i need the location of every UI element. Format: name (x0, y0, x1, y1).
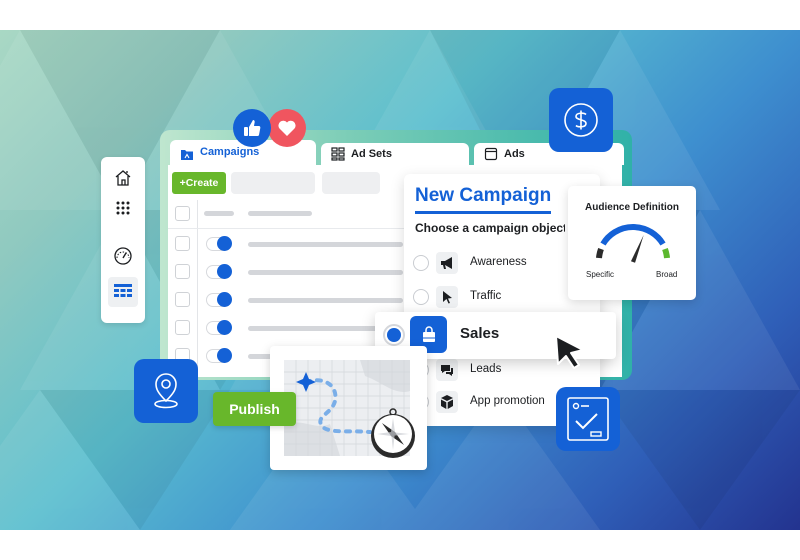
heart-icon (278, 120, 296, 136)
objective-icon-tile (436, 252, 458, 274)
checklist-icon (567, 397, 609, 441)
apps-grid-icon (116, 201, 130, 215)
header-placeholder (204, 211, 234, 216)
gauge-needle (630, 235, 644, 263)
gauge-label-specific: Specific (586, 270, 615, 279)
row-text-placeholder (248, 326, 378, 331)
cursor-icon (443, 291, 452, 304)
row-checkbox[interactable] (175, 264, 190, 279)
objective-option-traffic[interactable]: Traffic (470, 290, 501, 302)
tab-label: Ad Sets (351, 147, 392, 160)
objective-option-leads[interactable]: Leads (470, 363, 501, 375)
home-icon (115, 170, 131, 186)
gauge-label-broad: Broad (656, 270, 678, 279)
dollar-icon (564, 103, 598, 137)
location-tile (134, 359, 198, 423)
table-icon (114, 284, 132, 297)
shopping-bag-icon (422, 325, 435, 342)
row-status-toggle[interactable] (206, 236, 232, 251)
like-reaction (233, 109, 271, 147)
sidebar-item-apps[interactable] (108, 193, 138, 223)
toolbar-placeholder (231, 172, 315, 194)
mouse-cursor-icon (555, 335, 584, 369)
row-checkbox[interactable] (175, 320, 190, 335)
select-all-checkbox[interactable] (175, 206, 190, 221)
row-text-placeholder (248, 298, 403, 303)
objective-option-app-promotion[interactable]: App promotion (470, 395, 545, 407)
audience-title: Audience Definition (585, 202, 679, 213)
grid-icon (331, 147, 345, 161)
column-divider (197, 200, 198, 370)
tab-ad-sets[interactable]: Ad Sets (321, 143, 469, 165)
gauge-segment-specific (596, 247, 604, 259)
publish-button[interactable]: Publish (213, 392, 296, 426)
thumbs-up-icon (244, 120, 261, 136)
row-status-toggle[interactable] (206, 292, 232, 307)
sidebar-item-table[interactable] (108, 277, 138, 307)
row-status-toggle[interactable] (206, 320, 232, 335)
gauge-segment-broad (662, 247, 670, 259)
sidebar-item-home[interactable] (108, 163, 138, 193)
dollar-tile (549, 88, 613, 152)
sidebar (101, 157, 145, 323)
dashboard-gauge-icon (114, 247, 132, 265)
row-checkbox[interactable] (175, 292, 190, 307)
objective-radio[interactable] (413, 255, 429, 271)
row-status-toggle[interactable] (206, 264, 232, 279)
objective-icon-tile (436, 359, 458, 381)
checklist-tile (556, 387, 620, 451)
sales-radio-selected[interactable] (383, 324, 405, 346)
megaphone-icon (441, 257, 452, 269)
objective-label: Sales (460, 325, 500, 342)
objective-icon-tile (436, 286, 458, 308)
row-text-placeholder (248, 270, 403, 275)
new-campaign-subtitle: Choose a campaign objective (415, 221, 565, 235)
folder-icon (181, 150, 193, 160)
gauge-segment-middle (600, 224, 666, 246)
header-divider (168, 228, 408, 229)
create-button[interactable]: +Create (172, 172, 226, 194)
objective-option-awareness[interactable]: Awareness (470, 256, 527, 268)
sidebar-item-dashboard[interactable] (108, 241, 138, 271)
objective-radio[interactable] (413, 289, 429, 305)
location-pin-icon (154, 373, 178, 409)
title-underline (415, 211, 551, 214)
window-icon (484, 147, 498, 161)
tab-label: Campaigns (200, 146, 260, 158)
chat-bubbles-icon (441, 365, 453, 376)
row-checkbox[interactable] (175, 236, 190, 251)
row-status-toggle[interactable] (206, 348, 232, 363)
cube-icon (441, 395, 453, 409)
heart-reaction (268, 109, 306, 147)
row-text-placeholder (248, 242, 403, 247)
tab-label: Ads (504, 147, 525, 160)
toolbar-placeholder (322, 172, 380, 194)
objective-icon-tile (436, 391, 458, 413)
audience-gauge (596, 224, 670, 263)
header-placeholder (248, 211, 312, 216)
new-campaign-title: New Campaign (415, 185, 552, 206)
